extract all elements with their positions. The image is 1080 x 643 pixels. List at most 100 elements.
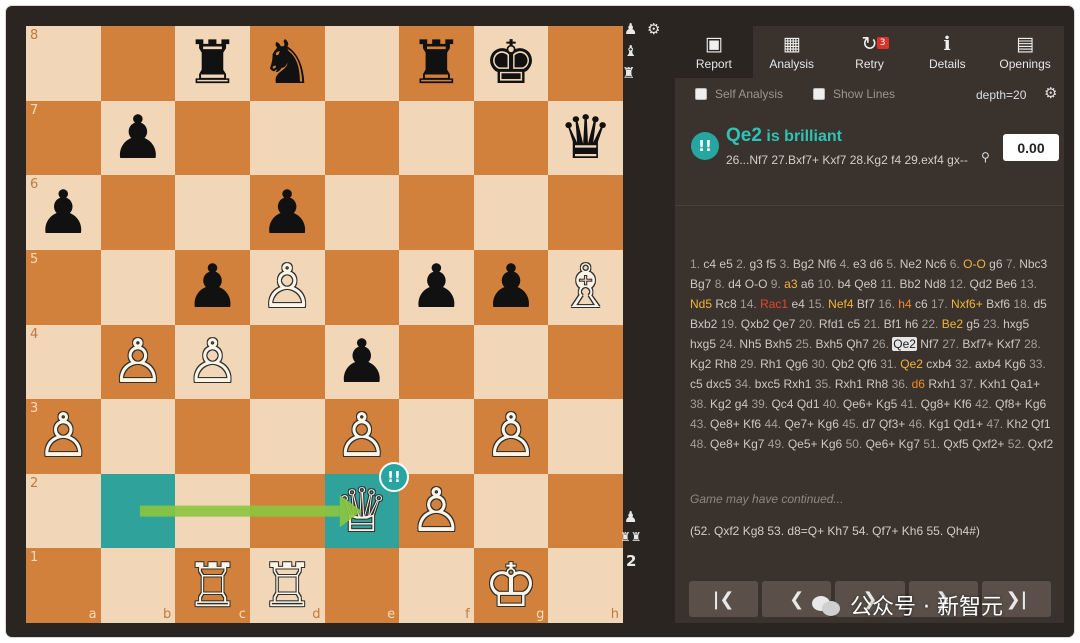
white-pawn-b4[interactable]: ♙	[101, 325, 176, 400]
move-normal[interactable]: Kxf7	[997, 337, 1021, 351]
move-normal[interactable]: hxg5	[690, 337, 716, 351]
square-b4[interactable]: ♙	[100, 324, 176, 400]
gear-icon[interactable]: ⚙	[1044, 84, 1057, 102]
square-h1[interactable]: h	[548, 548, 623, 623]
move-normal[interactable]: Qc4	[771, 397, 793, 411]
square-d5[interactable]: ♙	[249, 249, 325, 325]
move-normal[interactable]: Rfd1	[819, 317, 844, 331]
black-pawn-c5[interactable]: ♟	[175, 250, 250, 325]
move-normal[interactable]: Kg2	[690, 357, 711, 371]
move-normal[interactable]: d6	[870, 257, 883, 271]
square-h4[interactable]	[548, 324, 623, 400]
black-rook-c8[interactable]: ♜	[175, 26, 250, 101]
move-normal[interactable]: Be6	[996, 277, 1017, 291]
move-normal[interactable]: Ne2	[900, 257, 922, 271]
move-normal[interactable]: Nd8	[924, 277, 946, 291]
white-rook-d1[interactable]: ♖	[250, 548, 325, 623]
move-normal[interactable]: Qe8	[854, 277, 877, 291]
move-great[interactable]: Be2	[942, 317, 963, 331]
black-rook-f8[interactable]: ♜	[399, 26, 474, 101]
square-a4[interactable]: 4	[26, 324, 101, 400]
move-normal[interactable]: Bxh5	[816, 337, 843, 351]
move-normal[interactable]: c6	[915, 297, 928, 311]
bishop-icon[interactable]: ♝	[624, 44, 637, 59]
move-normal[interactable]: Rh8	[715, 357, 737, 371]
move-normal[interactable]: c5	[848, 317, 861, 331]
square-a1[interactable]: 1a	[26, 548, 101, 623]
move-normal[interactable]: Rc8	[715, 297, 736, 311]
move-normal[interactable]: Qg8+	[921, 397, 951, 411]
square-g1[interactable]: g ♔	[473, 548, 549, 623]
move-normal[interactable]: c5	[690, 377, 703, 391]
move-normal[interactable]: Kg6	[821, 437, 842, 451]
move-normal[interactable]: Rxh1	[835, 377, 863, 391]
move-normal[interactable]: Bg2	[793, 257, 814, 271]
move-normal[interactable]: e5	[719, 257, 732, 271]
black-pawn-f5[interactable]: ♟	[399, 250, 474, 325]
black-queen-h7[interactable]: ♛	[548, 101, 623, 176]
square-b8[interactable]	[100, 26, 176, 101]
move-normal[interactable]: Qa1+	[1010, 377, 1040, 391]
move-great[interactable]: Nd5	[690, 297, 712, 311]
tab-report[interactable]: ▣ Report	[675, 26, 753, 78]
move-normal[interactable]: Nh5	[739, 337, 761, 351]
move-normal[interactable]: Qf3+	[879, 417, 905, 431]
tab-openings[interactable]: ▤ Openings	[986, 26, 1064, 78]
continuation-line[interactable]: (52. Qxf2 Kg8 53. d8=Q+ Kh7 54. Qf7+ Kh6…	[690, 524, 980, 538]
move-normal[interactable]: g5	[966, 317, 979, 331]
search-icon[interactable]: ⚲	[981, 150, 990, 164]
move-bad[interactable]: Rac1	[760, 297, 788, 311]
square-a7[interactable]: 7	[26, 100, 101, 176]
move-normal[interactable]: c4	[703, 257, 716, 271]
square-d7[interactable]	[249, 100, 325, 176]
square-b2[interactable]	[100, 473, 176, 549]
square-g5[interactable]: ♟	[473, 249, 549, 325]
move-normal[interactable]: h6	[905, 317, 918, 331]
move-normal[interactable]: Qxb2	[741, 317, 770, 331]
square-c2[interactable]	[175, 473, 250, 549]
show-lines-label[interactable]: Show Lines	[833, 87, 895, 101]
move-normal[interactable]: Rxh1	[928, 377, 956, 391]
square-b7[interactable]: ♟	[100, 100, 176, 176]
move-normal[interactable]: Qe8+	[710, 417, 740, 431]
move-normal[interactable]: Nbc3	[1019, 257, 1047, 271]
move-normal[interactable]: Kf6	[954, 397, 972, 411]
square-g2[interactable]	[473, 473, 549, 549]
white-pawn-a3[interactable]: ♙	[26, 399, 101, 474]
show-lines-checkbox[interactable]	[813, 88, 825, 100]
self-analysis-checkbox[interactable]	[695, 88, 707, 100]
move-normal[interactable]: Bb2	[899, 277, 920, 291]
square-g4[interactable]	[473, 324, 549, 400]
square-h6[interactable]	[548, 175, 623, 250]
move-normal[interactable]: Bf1	[884, 317, 902, 331]
move-normal[interactable]: f5	[766, 257, 776, 271]
move-normal[interactable]: Bxf7+	[962, 337, 993, 351]
square-c3[interactable]	[175, 399, 250, 474]
move-normal[interactable]: d5	[1033, 297, 1046, 311]
square-c4[interactable]: ♙	[175, 324, 250, 400]
move-normal[interactable]: Kg7	[743, 437, 764, 451]
black-pawn-d6[interactable]: ♟	[250, 175, 325, 250]
square-f4[interactable]	[399, 324, 474, 400]
move-normal[interactable]: Bxb2	[690, 317, 717, 331]
move-great[interactable]: O-O	[963, 257, 986, 271]
pawn-icon[interactable]: ♟	[624, 22, 637, 37]
square-f8[interactable]: ♜	[399, 26, 474, 101]
move-normal[interactable]: Kh2	[1006, 417, 1027, 431]
move-normal[interactable]: Kf6	[743, 417, 761, 431]
square-e5[interactable]	[324, 249, 400, 325]
gear-icon[interactable]: ⚙	[647, 22, 660, 37]
square-d4[interactable]	[249, 324, 325, 400]
square-f3[interactable]	[399, 399, 474, 474]
move-normal[interactable]: Qe7+	[784, 417, 814, 431]
self-analysis-label[interactable]: Self Analysis	[715, 87, 783, 101]
square-a6[interactable]: 6 ♟	[26, 175, 101, 250]
square-c6[interactable]	[175, 175, 250, 250]
square-a3[interactable]: 3 ♙	[26, 399, 101, 474]
square-b1[interactable]: b	[100, 548, 176, 623]
white-pawn-f2[interactable]: ♙	[399, 474, 474, 549]
white-pawn-d5[interactable]: ♙	[250, 250, 325, 325]
move-great[interactable]: Qe2	[900, 357, 923, 371]
move-normal[interactable]: d4	[728, 277, 741, 291]
move-normal[interactable]: e4	[791, 297, 804, 311]
